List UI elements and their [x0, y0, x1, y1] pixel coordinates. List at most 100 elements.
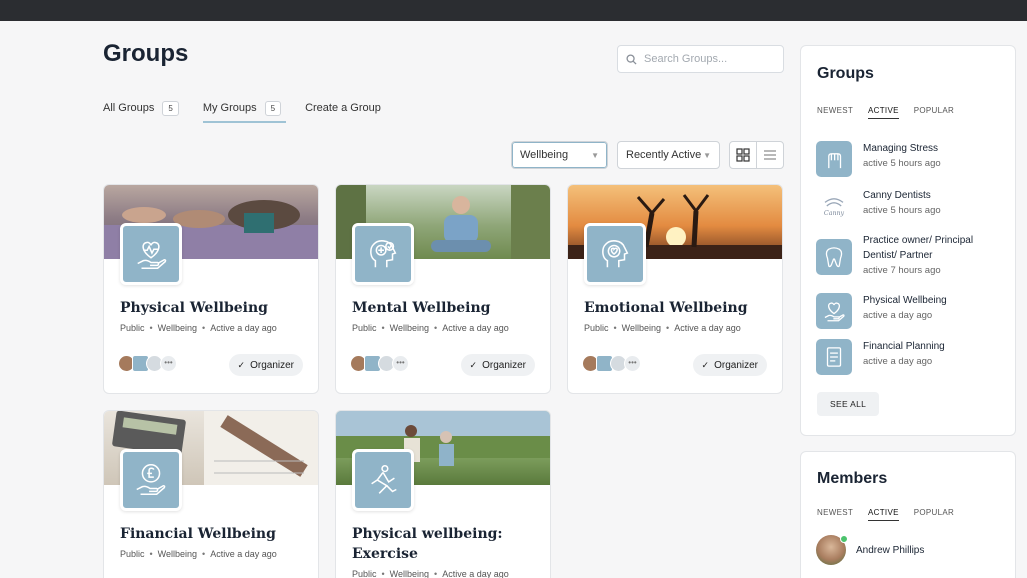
financial-document-icon — [826, 347, 842, 367]
group-avatar[interactable] — [584, 223, 646, 285]
group-type: Wellbeing — [157, 549, 198, 559]
online-status-indicator — [840, 535, 848, 543]
group-title[interactable]: Physical wellbeing: Exercise — [352, 524, 542, 564]
count-badge: 5 — [162, 100, 179, 116]
widget-group-name[interactable]: Managing Stress — [863, 141, 988, 156]
group-title[interactable]: Physical Wellbeing — [120, 298, 310, 318]
member-name[interactable]: Andrew Phillips — [856, 543, 981, 558]
tab-label: Create a Group — [305, 102, 381, 114]
group-avatar[interactable] — [352, 449, 414, 511]
group-activity: Active a day ago — [674, 323, 741, 333]
member-avatars[interactable]: ••• — [350, 355, 409, 372]
widget-group-item[interactable]: Canny Canny Dentists active 5 hours ago — [816, 188, 988, 224]
widget-group-activity: active 5 hours ago — [863, 205, 941, 216]
widget-tab-newest[interactable]: NEWEST — [817, 106, 853, 115]
group-type: Wellbeing — [621, 323, 662, 333]
group-privacy: Public — [120, 549, 145, 559]
avatar[interactable] — [816, 535, 848, 565]
group-activity: Active a day ago — [210, 323, 277, 333]
check-icon: ✓ — [701, 359, 710, 370]
group-avatar[interactable] — [352, 223, 414, 285]
widget-tab-popular[interactable]: POPULAR — [914, 508, 954, 517]
widget-tab-popular[interactable]: POPULAR — [914, 106, 954, 115]
list-view-button[interactable] — [757, 142, 783, 168]
more-members-icon[interactable]: ••• — [624, 355, 641, 372]
group-card[interactable]: Mental Wellbeing Public • Wellbeing • Active… — [335, 184, 551, 394]
group-privacy: Public — [584, 323, 609, 333]
search-icon — [626, 53, 637, 65]
check-icon: ✓ — [469, 359, 478, 370]
widget-group-activity: active 7 hours ago — [863, 265, 941, 276]
group-title[interactable]: Emotional Wellbeing — [584, 298, 774, 318]
widget-group-name[interactable]: Physical Wellbeing — [863, 293, 988, 308]
group-avatar[interactable] — [120, 449, 182, 511]
widget-group-activity: active 5 hours ago — [863, 158, 941, 169]
tab-all-groups[interactable]: All Groups 5 — [103, 98, 179, 118]
member-avatars[interactable]: ••• — [118, 355, 177, 372]
widget-group-item[interactable]: Financial Planning active a day ago — [816, 339, 988, 375]
sort-value: Recently Active — [626, 149, 702, 161]
group-type: Wellbeing — [389, 569, 430, 578]
group-type: Wellbeing — [157, 323, 198, 333]
head-heart-icon — [602, 240, 629, 268]
group-card[interactable]: Financial Wellbeing Public • Wellbeing • Act… — [103, 410, 319, 578]
organizer-label: Organizer — [482, 359, 526, 371]
member-avatars[interactable]: ••• — [582, 355, 641, 372]
search-input[interactable] — [644, 53, 764, 65]
more-members-icon[interactable]: ••• — [160, 355, 177, 372]
widget-title: Groups — [817, 65, 874, 82]
group-avatar[interactable] — [816, 239, 852, 275]
tab-my-groups[interactable]: My Groups 5 — [202, 98, 287, 123]
heart-hand-icon — [137, 241, 167, 270]
group-activity: Active a day ago — [442, 569, 509, 578]
group-avatar[interactable] — [816, 141, 852, 177]
widget-group-name[interactable]: Canny Dentists — [863, 188, 988, 203]
group-avatar[interactable] — [816, 293, 852, 329]
organizer-button[interactable]: ✓ Organizer — [692, 354, 767, 376]
canny-logo-text: Canny — [824, 210, 845, 217]
check-icon: ✓ — [237, 359, 246, 370]
widget-group-item[interactable]: Physical Wellbeing active a day ago — [816, 293, 988, 329]
widget-group-name[interactable]: Practice owner/ Principal Dentist/ Partn… — [863, 233, 988, 263]
member-item[interactable]: Andrew Phillips — [816, 535, 981, 565]
tab-create-group[interactable]: Create a Group — [305, 98, 381, 118]
group-meta: Public • Wellbeing • Active a day ago — [352, 569, 509, 578]
group-card[interactable]: Emotional Wellbeing Public • Wellbeing • Act… — [567, 184, 783, 394]
group-title[interactable]: Financial Wellbeing — [120, 524, 310, 544]
organizer-label: Organizer — [714, 359, 758, 371]
pound-hand-icon — [136, 464, 166, 496]
group-privacy: Public — [120, 323, 145, 333]
yoga-pose-icon — [371, 464, 397, 494]
group-privacy: Public — [352, 569, 377, 578]
widget-tab-newest[interactable]: NEWEST — [817, 508, 853, 517]
group-activity: Active a day ago — [442, 323, 509, 333]
group-meta: Public • Wellbeing • Active a day ago — [120, 549, 277, 559]
widget-tabs: NEWEST ACTIVE POPULAR — [817, 508, 969, 521]
group-title[interactable]: Mental Wellbeing — [352, 298, 542, 318]
group-tabs: All Groups 5 My Groups 5 Create a Group — [103, 98, 405, 123]
more-members-icon[interactable]: ••• — [392, 355, 409, 372]
group-privacy: Public — [352, 323, 377, 333]
search-box[interactable] — [617, 45, 784, 73]
organizer-button[interactable]: ✓ Organizer — [228, 354, 303, 376]
widget-group-item[interactable]: Practice owner/ Principal Dentist/ Partn… — [816, 233, 988, 278]
group-meta: Public • Wellbeing • Active a day ago — [352, 323, 509, 333]
group-avatar[interactable] — [120, 223, 182, 285]
group-card[interactable]: Physical Wellbeing Public • Wellbeing • Acti… — [103, 184, 319, 394]
see-all-button[interactable]: SEE ALL — [817, 392, 880, 416]
grid-view-button[interactable] — [730, 142, 757, 168]
group-avatar[interactable]: Canny — [816, 188, 852, 224]
widget-group-name[interactable]: Financial Planning — [863, 339, 988, 354]
organizer-button[interactable]: ✓ Organizer — [460, 354, 535, 376]
group-card[interactable]: Physical wellbeing: Exercise Public • Well… — [335, 410, 551, 578]
organizer-label: Organizer — [250, 359, 294, 371]
sort-filter[interactable]: Recently Active ▼ — [617, 141, 720, 169]
group-meta: Public • Wellbeing • Active a day ago — [120, 323, 277, 333]
widget-tab-active[interactable]: ACTIVE — [868, 106, 899, 119]
heart-hand-icon — [824, 302, 845, 322]
group-type-filter[interactable]: Wellbeing ▼ — [511, 141, 608, 169]
tooth-icon — [825, 247, 843, 268]
widget-tab-active[interactable]: ACTIVE — [868, 508, 899, 521]
group-avatar[interactable] — [816, 339, 852, 375]
widget-group-item[interactable]: Managing Stress active 5 hours ago — [816, 141, 988, 177]
